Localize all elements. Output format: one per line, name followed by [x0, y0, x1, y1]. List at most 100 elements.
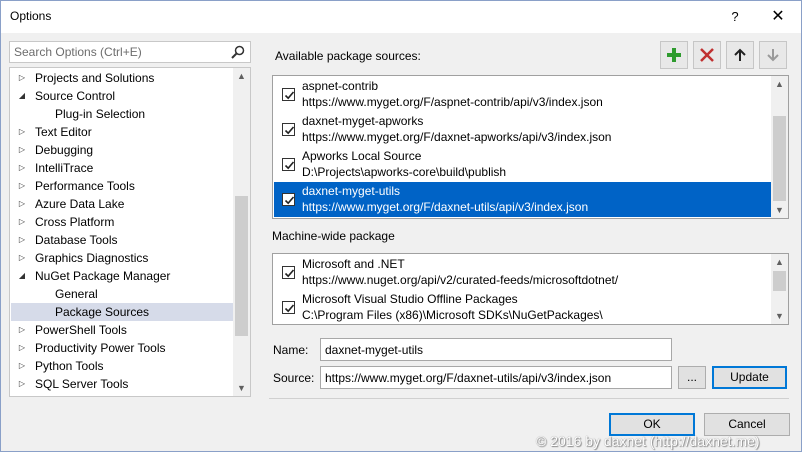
- scroll-thumb[interactable]: [235, 196, 248, 336]
- source-row[interactable]: aspnet-contrib https://www.myget.org/F/as…: [274, 77, 771, 112]
- name-field[interactable]: [320, 338, 672, 361]
- scroll-up-arrow-icon[interactable]: ▲: [233, 68, 250, 84]
- tree-item[interactable]: ▷ Python Tools: [11, 357, 233, 375]
- scroll-down-arrow-icon[interactable]: ▼: [771, 308, 788, 324]
- window-title: Options: [10, 9, 52, 23]
- source-url: https://www.myget.org/F/daxnet-apworks/a…: [302, 130, 612, 144]
- source-row[interactable]: Apworks Local Source D:\Projects\apworks-…: [274, 147, 771, 182]
- source-row[interactable]: Microsoft Visual Studio Offline Packages…: [274, 290, 771, 324]
- tree-item[interactable]: Package Sources: [11, 303, 233, 321]
- close-button[interactable]: ✕: [763, 5, 793, 29]
- watermark: © 2016 by daxnet (http://daxnet.me): [536, 433, 760, 449]
- tree-item[interactable]: ▷ Performance Tools: [11, 177, 233, 195]
- tree-item[interactable]: ▷ SQL Server Tools: [11, 375, 233, 393]
- move-down-button[interactable]: [759, 41, 787, 69]
- collapsed-arrow-icon[interactable]: ▷: [17, 231, 27, 249]
- source-url: https://www.nuget.org/api/v2/curated-fee…: [302, 273, 619, 287]
- update-button[interactable]: Update: [712, 366, 787, 389]
- source-name: Microsoft and .NET: [302, 257, 405, 271]
- tree-item[interactable]: Plug-in Selection: [11, 105, 233, 123]
- tree-item-label: Python Tools: [35, 359, 104, 373]
- collapsed-arrow-icon[interactable]: ▷: [17, 339, 27, 357]
- collapsed-arrow-icon[interactable]: ▷: [17, 195, 27, 213]
- tree-item[interactable]: ▷ Productivity Power Tools: [11, 339, 233, 357]
- search-icon[interactable]: [230, 44, 246, 60]
- move-up-button[interactable]: [726, 41, 754, 69]
- help-button[interactable]: ?: [723, 5, 747, 29]
- sources-scrollbar[interactable]: ▲ ▼: [771, 76, 788, 218]
- scroll-up-arrow-icon[interactable]: ▲: [771, 76, 788, 92]
- name-input[interactable]: [321, 339, 671, 360]
- source-checkbox[interactable]: [282, 193, 295, 206]
- search-box[interactable]: [9, 41, 251, 63]
- title-bar: Options ? ✕: [1, 1, 801, 33]
- tree-item-label: Database Tools: [35, 233, 118, 247]
- plus-icon: [667, 48, 681, 62]
- tree-item-label: NuGet Package Manager: [35, 269, 171, 283]
- source-url: C:\Program Files (x86)\Microsoft SDKs\Nu…: [302, 308, 603, 322]
- machine-wide-label: Machine-wide package: [272, 229, 395, 243]
- expanded-arrow-icon[interactable]: ◢: [17, 267, 27, 285]
- tree-scrollbar[interactable]: ▲ ▼: [233, 68, 250, 396]
- source-name: daxnet-myget-utils: [302, 184, 401, 198]
- options-tree: ▷ Projects and Solutions ◢ Source Control Pl…: [9, 67, 251, 397]
- tree-item[interactable]: ▷ Azure Data Lake: [11, 195, 233, 213]
- source-checkbox[interactable]: [282, 266, 295, 279]
- tree-item-label: SQL Server Tools: [35, 377, 129, 391]
- arrow-up-icon: [734, 48, 746, 61]
- available-sources-list: aspnet-contrib https://www.myget.org/F/as…: [272, 75, 789, 219]
- tree-item[interactable]: ▷ Projects and Solutions: [11, 69, 233, 87]
- machine-wide-scrollbar[interactable]: ▲ ▼: [771, 254, 788, 324]
- tree-item[interactable]: General: [11, 285, 233, 303]
- tree-item-label: IntelliTrace: [35, 161, 94, 175]
- source-checkbox[interactable]: [282, 158, 295, 171]
- remove-source-button[interactable]: [693, 41, 721, 69]
- expanded-arrow-icon[interactable]: ◢: [17, 87, 27, 105]
- scroll-down-arrow-icon[interactable]: ▼: [771, 202, 788, 218]
- add-source-button[interactable]: [660, 41, 688, 69]
- tree-item[interactable]: ▷ IntelliTrace: [11, 159, 233, 177]
- divider: [269, 398, 789, 399]
- source-checkbox[interactable]: [282, 123, 295, 136]
- machine-wide-sources-list: Microsoft and .NET https://www.nuget.org/…: [272, 253, 789, 325]
- tree-item[interactable]: ▷ Debugging: [11, 141, 233, 159]
- scroll-up-arrow-icon[interactable]: ▲: [771, 254, 788, 270]
- scroll-thumb[interactable]: [773, 271, 786, 291]
- tree-item[interactable]: ▷ PowerShell Tools: [11, 321, 233, 339]
- source-name: Microsoft Visual Studio Offline Packages: [302, 292, 518, 306]
- collapsed-arrow-icon[interactable]: ▷: [17, 177, 27, 195]
- source-checkbox[interactable]: [282, 301, 295, 314]
- tree-item[interactable]: ▷ Database Tools: [11, 231, 233, 249]
- checkmark-icon: [284, 161, 295, 170]
- source-url: https://www.myget.org/F/daxnet-utils/api…: [302, 200, 589, 214]
- tree-item[interactable]: ▷ Graphics Diagnostics: [11, 249, 233, 267]
- collapsed-arrow-icon[interactable]: ▷: [17, 69, 27, 87]
- collapsed-arrow-icon[interactable]: ▷: [17, 375, 27, 393]
- collapsed-arrow-icon[interactable]: ▷: [17, 249, 27, 267]
- source-name: Apworks Local Source: [302, 149, 422, 163]
- source-checkbox[interactable]: [282, 88, 295, 101]
- browse-button[interactable]: ...: [678, 366, 706, 389]
- tree-item-label: Graphics Diagnostics: [35, 251, 149, 265]
- collapsed-arrow-icon[interactable]: ▷: [17, 213, 27, 231]
- tree-item[interactable]: ▷ Text Editor: [11, 123, 233, 141]
- source-label: Source:: [273, 371, 315, 385]
- source-input[interactable]: [321, 367, 671, 388]
- source-row[interactable]: Microsoft and .NET https://www.nuget.org/…: [274, 255, 771, 290]
- collapsed-arrow-icon[interactable]: ▷: [17, 123, 27, 141]
- collapsed-arrow-icon[interactable]: ▷: [17, 357, 27, 375]
- source-row[interactable]: daxnet-myget-utils https://www.myget.org/…: [274, 182, 771, 217]
- tree-item[interactable]: ◢ Source Control: [11, 87, 233, 105]
- tree-item-label: PowerShell Tools: [35, 323, 127, 337]
- scroll-thumb[interactable]: [773, 116, 786, 201]
- collapsed-arrow-icon[interactable]: ▷: [17, 159, 27, 177]
- source-field[interactable]: [320, 366, 672, 389]
- collapsed-arrow-icon[interactable]: ▷: [17, 321, 27, 339]
- source-url: D:\Projects\apworks-core\build\publish: [302, 165, 507, 179]
- source-row[interactable]: daxnet-myget-apworks https://www.myget.or…: [274, 112, 771, 147]
- tree-item[interactable]: ▷ Cross Platform: [11, 213, 233, 231]
- tree-item[interactable]: ◢ NuGet Package Manager: [11, 267, 233, 285]
- scroll-down-arrow-icon[interactable]: ▼: [233, 380, 250, 396]
- collapsed-arrow-icon[interactable]: ▷: [17, 141, 27, 159]
- search-input[interactable]: [10, 42, 220, 62]
